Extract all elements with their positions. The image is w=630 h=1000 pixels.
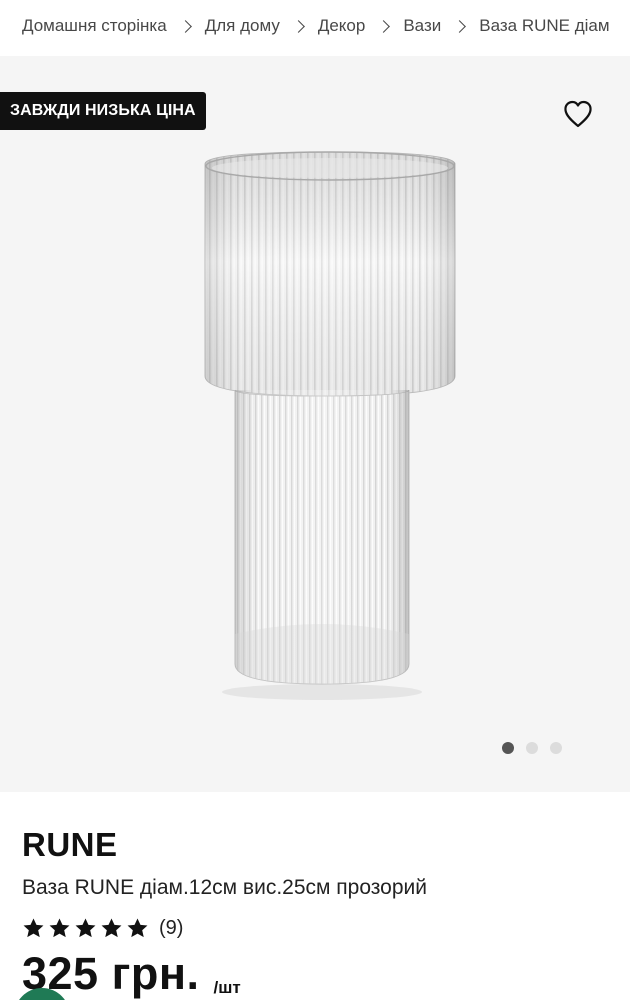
carousel-dot-1[interactable] (502, 742, 514, 754)
carousel-dot-2[interactable] (526, 742, 538, 754)
star-filled-icon (101, 917, 122, 937)
breadcrumb-home-goods[interactable]: Для дому (205, 16, 280, 36)
chevron-right-icon (377, 19, 391, 33)
breadcrumb-home[interactable]: Домашня сторінка (22, 16, 167, 36)
heart-outline-icon (564, 100, 592, 128)
star-filled-icon (49, 917, 70, 937)
low-price-badge: ЗАВЖДИ НИЗЬКА ЦІНА (0, 92, 206, 130)
star-filled-icon (75, 917, 96, 937)
breadcrumb: Домашня сторінка Для дому Декор Вази Ваз… (0, 0, 630, 52)
carousel-dot-3[interactable] (550, 742, 562, 754)
favorite-button[interactable] (563, 100, 593, 128)
chevron-right-icon (453, 19, 467, 33)
breadcrumb-current: Ваза RUNE діам (479, 16, 610, 35)
product-name: RUNE (22, 826, 118, 863)
product-image-gallery[interactable]: ЗАВЖДИ НИЗЬКА ЦІНА (0, 56, 630, 792)
product-description: Ваза RUNE діам.12см вис.25см прозорий (22, 876, 427, 899)
rating-stars (22, 917, 149, 940)
carousel-indicators (502, 742, 562, 754)
breadcrumb-decor[interactable]: Декор (318, 16, 366, 36)
review-count[interactable]: (9) (159, 917, 183, 940)
chevron-right-icon (291, 19, 305, 33)
breadcrumb-vases[interactable]: Вази (403, 16, 441, 36)
chevron-right-icon (178, 19, 192, 33)
star-filled-icon (23, 917, 44, 937)
vase-image (204, 151, 456, 700)
product-rating[interactable]: (9) (22, 914, 612, 942)
product-info: RUNE Ваза RUNE діам.12см вис.25см прозор… (22, 826, 612, 942)
price-unit: /шт (213, 978, 241, 997)
star-filled-icon (127, 917, 148, 937)
